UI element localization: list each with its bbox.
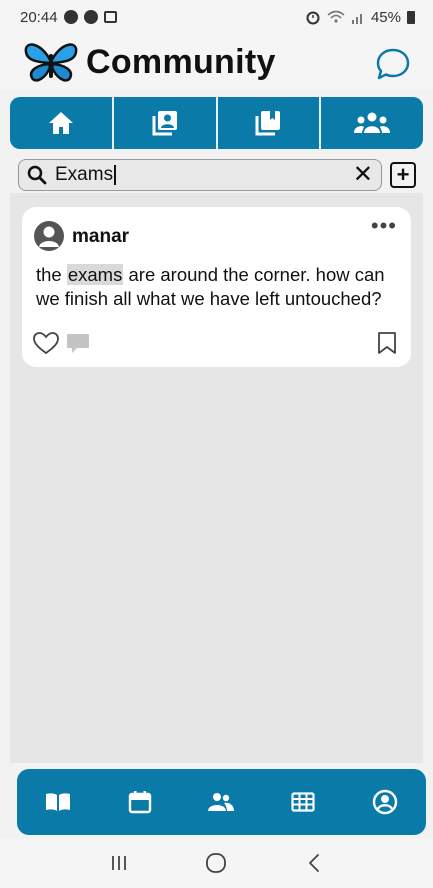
groups-icon [354,112,391,133]
chat-button[interactable] [373,44,413,84]
status-left: 20:44 [20,9,117,26]
search-row: Exams ✕ + [18,159,418,191]
grid-table-icon [291,792,315,812]
search-highlight: exams [66,264,124,285]
user-avatar-icon [39,226,59,247]
messenger-icon [63,10,78,24]
recent-apps-icon [111,856,126,870]
tab-home[interactable] [10,97,114,149]
alarm-icon [306,11,320,25]
gallery-icon [103,11,117,23]
search-icon [27,165,47,185]
tab-contacts[interactable] [114,97,218,149]
app-title: Community [86,42,276,81]
book-icon [45,793,70,811]
status-bar: 20:44 45% [0,0,433,34]
post-card[interactable]: manar ••• the exams are around the corne… [22,207,411,367]
add-square-icon: + [396,162,410,187]
comment-icon [67,334,89,353]
notification-icon [83,10,98,24]
home-icon [48,112,73,134]
nav-table[interactable] [283,782,323,822]
feed: manar ••• the exams are around the corne… [10,193,423,763]
search-input[interactable]: Exams ✕ [18,159,382,191]
system-navigation-bar [0,838,433,888]
back-button[interactable] [294,853,334,873]
contact-book-icon [152,111,177,136]
text-caret [114,164,117,185]
calendar-icon [128,791,151,814]
bookmark-library-icon [255,111,281,136]
back-chevron-icon [309,854,320,872]
tab-groups[interactable] [321,97,423,149]
comment-button[interactable] [66,333,90,360]
nav-calendar[interactable] [120,782,160,822]
people-icon [208,793,235,811]
signal-icon [351,13,362,24]
home-circle-icon [206,853,227,873]
chat-bubble-icon [376,48,410,80]
nav-profile[interactable] [365,782,405,822]
bookmark-button[interactable] [377,331,397,360]
bottom-nav [17,769,426,835]
tab-library[interactable] [218,97,322,149]
battery-icon [407,10,415,24]
post-text: the exams are around the corner. how can… [36,263,406,311]
nav-people[interactable] [201,782,241,822]
like-button[interactable] [32,331,60,360]
wifi-icon [327,10,345,23]
search-value: Exams [55,164,114,185]
top-tab-bar [10,97,423,149]
bookmark-icon [378,332,396,354]
close-icon[interactable]: ✕ [353,163,373,187]
heart-icon [33,332,59,355]
app-header: Community [0,34,433,90]
nav-book[interactable] [38,782,78,822]
home-button[interactable] [196,852,236,874]
butterfly-icon [24,43,78,82]
status-right: 45% [305,9,415,26]
search-query[interactable]: Exams [55,164,353,186]
profile-icon [372,789,398,815]
recent-apps-button[interactable] [99,854,139,872]
post-text-before: the [36,264,67,285]
post-author[interactable]: manar [72,226,129,248]
avatar[interactable] [34,221,64,251]
battery-level: 45% [370,8,401,26]
status-time: 20:44 [20,8,58,26]
more-options-icon[interactable]: ••• [371,213,397,239]
add-post-button[interactable]: + [390,162,416,188]
